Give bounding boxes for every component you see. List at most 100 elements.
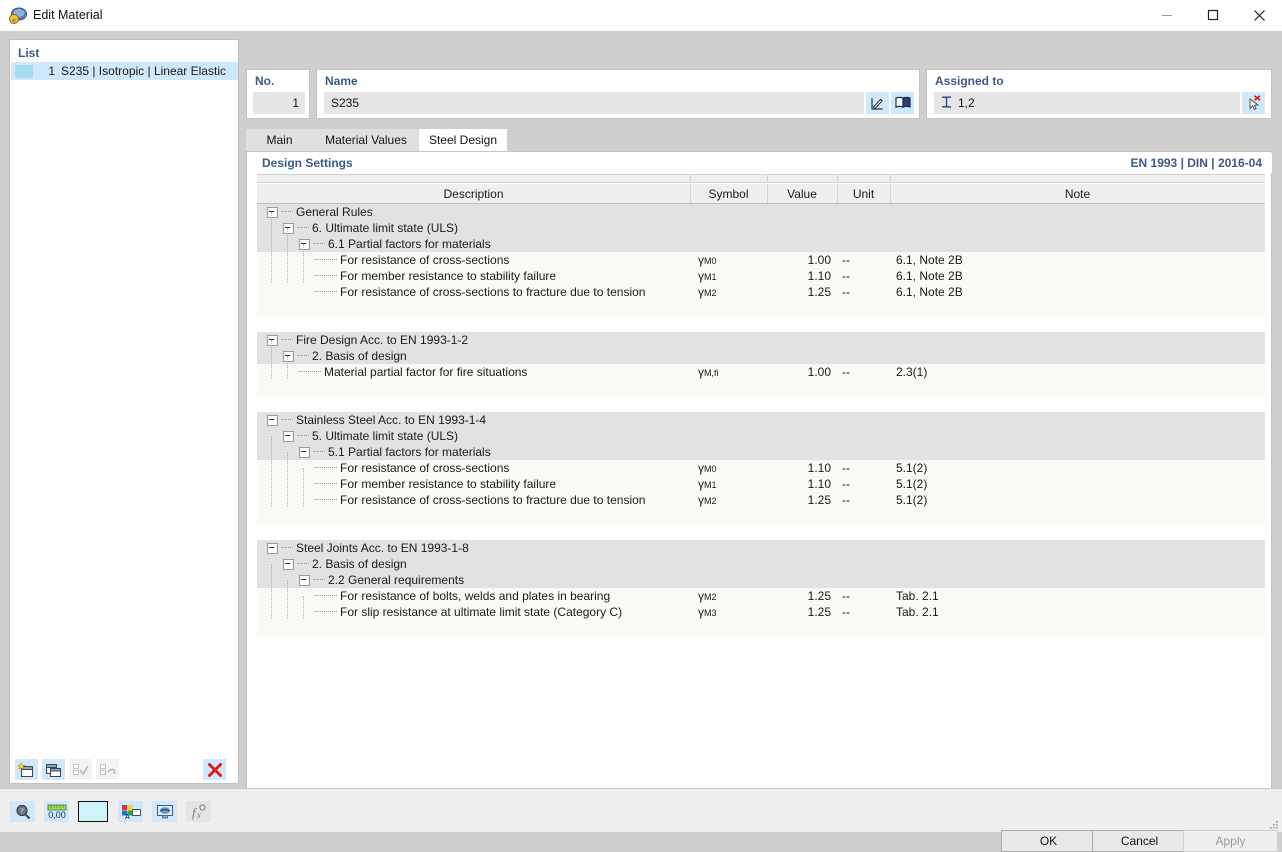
apply-button: Apply (1183, 830, 1278, 852)
row-value-cell[interactable]: 1.00 (767, 364, 837, 380)
tree-collapse-icon[interactable] (299, 574, 310, 586)
table-row[interactable]: Fire Design Acc. to EN 1993-1-2 (257, 332, 1265, 348)
tree-collapse-icon[interactable] (283, 558, 294, 570)
units-decimals-button[interactable]: 0,00 (44, 801, 69, 822)
row-description-cell: For resistance of bolts, welds and plate… (315, 588, 610, 604)
row-value-cell[interactable]: 1.10 (767, 476, 837, 492)
new-material-button[interactable] (15, 759, 38, 780)
row-value-cell[interactable]: 1.25 (767, 492, 837, 508)
table-row[interactable]: For member resistance to stability failu… (257, 476, 1265, 492)
table-body[interactable]: General Rules 6. Ultimate limit state (UL… (257, 204, 1265, 796)
display-properties-button[interactable] (152, 801, 177, 822)
delete-material-button[interactable] (203, 759, 226, 780)
column-header-description[interactable]: Description (257, 184, 690, 203)
tree-collapse-icon[interactable] (267, 542, 278, 554)
table-row[interactable]: General Rules (257, 204, 1265, 220)
library-book-icon[interactable] (891, 92, 914, 114)
row-description-cell: 6. Ultimate limit state (ULS) (283, 220, 458, 236)
row-value-cell[interactable]: 1.25 (767, 588, 837, 604)
table-row[interactable]: 2. Basis of design (257, 348, 1265, 364)
tab-material-values[interactable]: Material Values (313, 129, 419, 151)
maximize-icon[interactable] (1190, 0, 1236, 30)
table-row[interactable]: 2.2 General requirements (257, 572, 1265, 588)
row-description-label: For resistance of cross-sections to frac… (340, 285, 646, 299)
table-row[interactable]: For resistance of cross-sections to frac… (257, 492, 1265, 508)
table-row[interactable]: 5. Ultimate limit state (ULS) (257, 428, 1265, 444)
column-header-value[interactable]: Value (767, 184, 837, 203)
table-row[interactable]: Stainless Steel Acc. to EN 1993-1-4 (257, 412, 1265, 428)
assigned-input[interactable]: 1,2 (934, 92, 1240, 114)
table-row[interactable]: 2. Basis of design (257, 556, 1265, 572)
table-row[interactable]: 6.1 Partial factors for materials (257, 236, 1265, 252)
tab-steel-design[interactable]: Steel Design (419, 129, 507, 151)
row-value-cell[interactable]: 1.25 (767, 284, 837, 300)
column-separator[interactable] (690, 184, 691, 203)
name-input[interactable]: S235 (324, 92, 864, 114)
row-value-cell[interactable]: 1.10 (767, 268, 837, 284)
column-resize-strip[interactable] (257, 175, 1265, 183)
column-separator[interactable] (890, 184, 891, 203)
tree-collapse-icon[interactable] (299, 446, 310, 458)
table-row[interactable]: For resistance of cross-sections to frac… (257, 284, 1265, 300)
table-row[interactable]: 5.1 Partial factors for materials (257, 444, 1265, 460)
tree-connector (315, 275, 337, 277)
column-separator[interactable] (690, 175, 691, 183)
table-row[interactable] (257, 508, 1265, 524)
column-separator[interactable] (890, 175, 891, 183)
design-standard-label: EN 1993 | DIN | 2016-04 (1130, 156, 1262, 170)
table-row[interactable] (257, 380, 1265, 396)
table-row[interactable] (257, 300, 1265, 316)
close-icon[interactable] (1236, 0, 1282, 30)
table-row[interactable]: For slip resistance at ultimate limit st… (257, 604, 1265, 620)
info-magnifier-button[interactable]: ? (10, 801, 35, 822)
table-row[interactable]: For resistance of bolts, welds and plate… (257, 588, 1265, 604)
assigned-field-group: Assigned to 1,2 (926, 69, 1272, 119)
table-row[interactable] (257, 316, 1265, 332)
row-value-cell[interactable]: 1.10 (767, 460, 837, 476)
row-unit-cell: -- (842, 477, 850, 491)
table-row[interactable]: Steel Joints Acc. to EN 1993-1-8 (257, 540, 1265, 556)
render-legend-button[interactable]: A (118, 801, 143, 822)
tree-collapse-icon[interactable] (283, 430, 294, 442)
resize-grip-icon[interactable] (1269, 819, 1279, 829)
tab-main[interactable]: Main (246, 129, 313, 151)
cancel-button[interactable]: Cancel (1092, 830, 1187, 852)
number-input[interactable]: 1 (253, 92, 305, 114)
deselect-cursor-icon[interactable] (1242, 92, 1265, 114)
list-item-label: S235 | Isotropic | Linear Elastic (61, 64, 226, 78)
table-row[interactable] (257, 524, 1265, 540)
row-description-label: 6.1 Partial factors for materials (328, 237, 491, 251)
tree-connector (315, 611, 337, 613)
tree-connector (315, 259, 337, 261)
table-row[interactable] (257, 620, 1265, 636)
row-description-cell: General Rules (267, 204, 373, 220)
row-description-label: General Rules (296, 205, 373, 219)
table-row[interactable]: For member resistance to stability failu… (257, 268, 1265, 284)
column-separator[interactable] (767, 184, 768, 203)
table-row[interactable] (257, 396, 1265, 412)
table-row[interactable]: 6. Ultimate limit state (ULS) (257, 220, 1265, 236)
column-header-symbol[interactable]: Symbol (690, 184, 767, 203)
color-swatch-button[interactable] (78, 801, 108, 822)
row-value-cell[interactable]: 1.00 (767, 252, 837, 268)
ok-button[interactable]: OK (1001, 830, 1096, 852)
row-description-cell: For member resistance to stability failu… (315, 268, 556, 284)
copy-material-button[interactable] (42, 759, 65, 780)
material-list-rows[interactable]: 1 S235 | Isotropic | Linear Elastic (11, 62, 238, 759)
row-value-cell[interactable]: 1.25 (767, 604, 837, 620)
column-separator[interactable] (837, 184, 838, 203)
column-header-note[interactable]: Note (890, 184, 1265, 203)
table-row[interactable]: For resistance of cross-sections γ M0 1.10-… (257, 460, 1265, 476)
tree-connector (281, 211, 293, 213)
table-row[interactable]: Material partial factor for fire situati… (257, 364, 1265, 380)
edit-pencil-icon[interactable] (866, 92, 889, 114)
table-row[interactable]: For resistance of cross-sections γ M0 1.00-… (257, 252, 1265, 268)
row-note-cell: 2.3(1) (896, 365, 928, 379)
minimize-icon[interactable] (1144, 0, 1190, 30)
row-description-label: For resistance of cross-sections to frac… (340, 493, 646, 507)
list-item[interactable]: 1 S235 | Isotropic | Linear Elastic (11, 62, 238, 80)
tree-collapse-icon[interactable] (267, 414, 278, 426)
column-separator[interactable] (767, 175, 768, 183)
column-header-unit[interactable]: Unit (837, 184, 890, 203)
column-separator[interactable] (837, 175, 838, 183)
